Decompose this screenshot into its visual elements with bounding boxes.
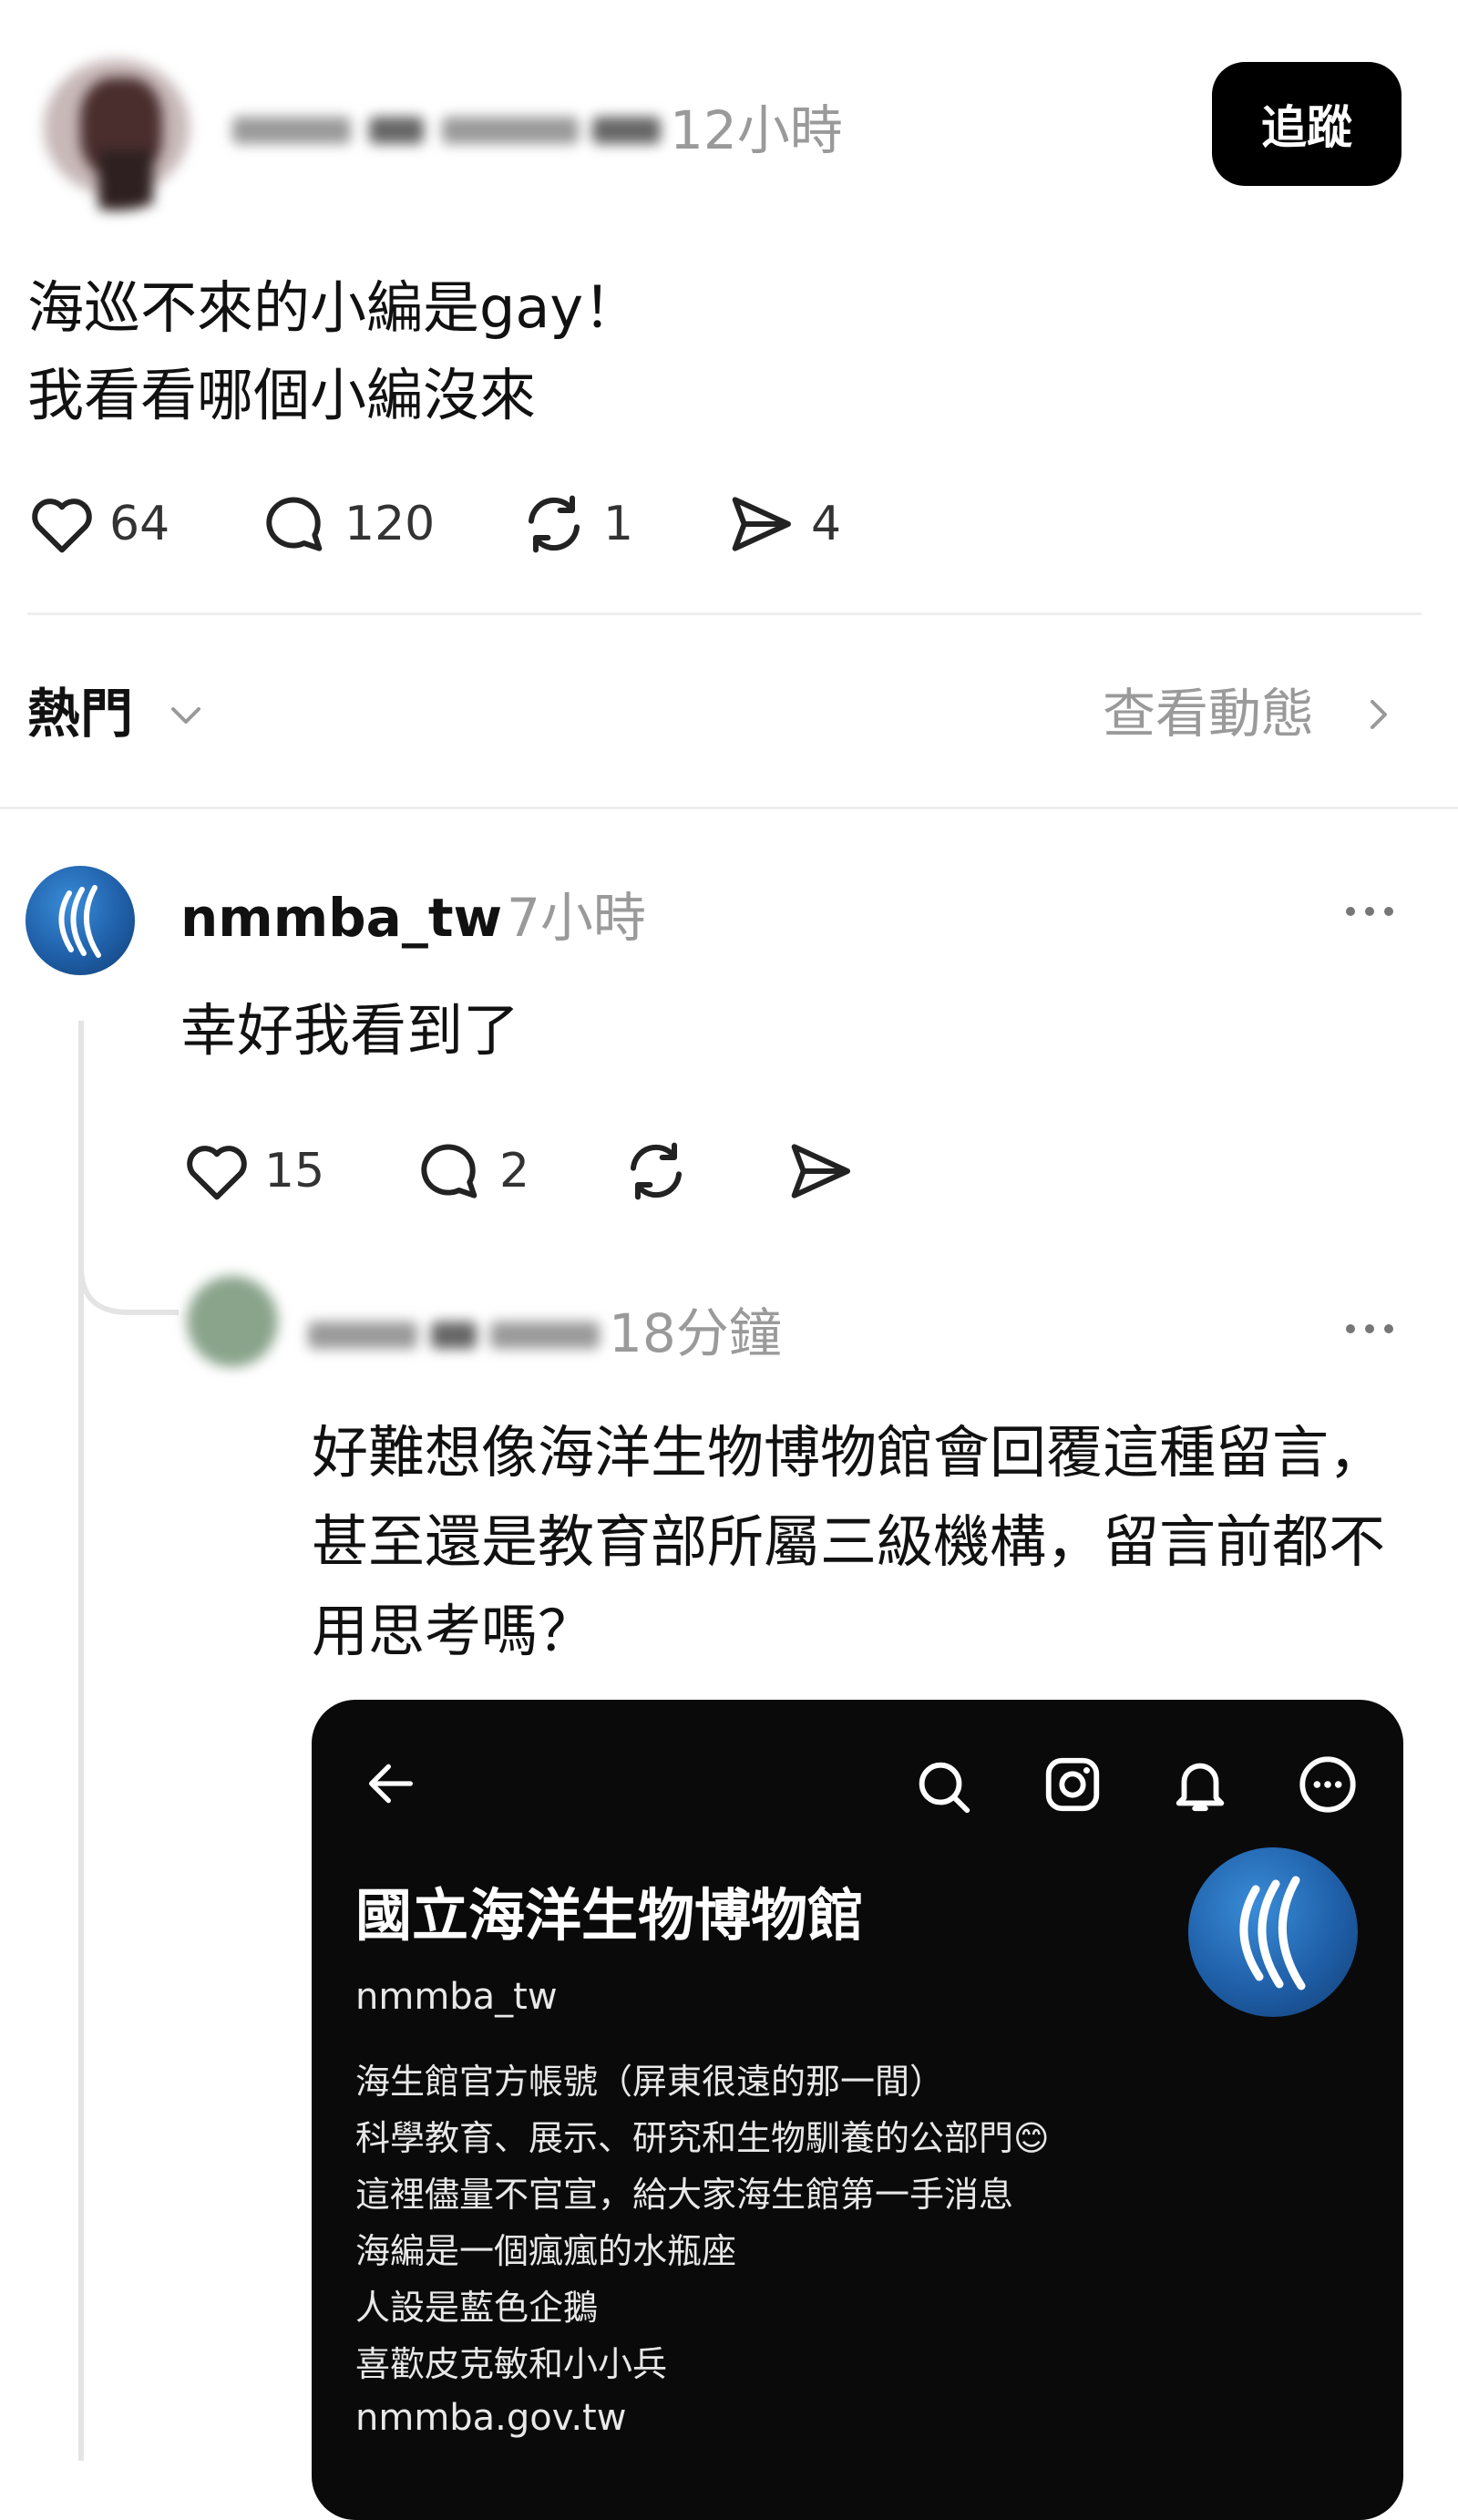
follow-button[interactable]: 追蹤: [1212, 62, 1402, 186]
repost-icon[interactable]: [620, 1135, 693, 1208]
bio-line: 海編是一個瘋瘋的水瓶座: [355, 2231, 737, 2271]
more-circle-icon: [1296, 1753, 1360, 1816]
sort-selector-label[interactable]: 熱門: [27, 682, 133, 746]
profile-bio: 海生館官方帳號（屏東很遠的那一間） 科學教育、展示、研究和生物馴養的公部門😊 這…: [355, 2053, 1050, 2392]
bio-line: 這裡儘量不官宣，給大家海生館第一手消息: [355, 2175, 1014, 2215]
share-count: 4: [811, 497, 842, 551]
bio-line: 人設是藍色企鵝: [355, 2288, 599, 2328]
like-count: 64: [109, 497, 170, 551]
nested-author-avatar[interactable]: [187, 1276, 278, 1367]
view-activity-link[interactable]: 查看動態: [1103, 682, 1314, 746]
bio-line: 科學教育、展示、研究和生物馴養的公部門😊: [355, 2118, 1050, 2158]
nested-timestamp: 18分鐘: [609, 1302, 782, 1364]
nested-body: 好難想像海洋生物博物館會回覆這種留言，甚至還是教育部所屬三級機構，留言前都不用思…: [312, 1419, 1386, 1664]
instagram-icon: [1041, 1753, 1104, 1816]
divider: [0, 807, 1458, 809]
reply-body: 幸好我看到了: [180, 997, 520, 1064]
post-author-avatar[interactable]: [26, 41, 208, 211]
divider: [27, 612, 1422, 615]
comment-bubble-icon[interactable]: [412, 1135, 485, 1208]
nested-author-username-redacted[interactable]: [308, 1312, 600, 1356]
profile-avatar: [1188, 1847, 1358, 2017]
heart-icon[interactable]: [180, 1135, 253, 1208]
reply-timestamp: 7小時: [507, 887, 646, 949]
more-dots-icon[interactable]: [1341, 893, 1398, 930]
post-timestamp: 12小時: [670, 99, 843, 161]
comment-count: 120: [344, 497, 436, 551]
bell-icon: [1168, 1753, 1232, 1816]
thread-connector: [78, 1176, 179, 1322]
profile-handle: nmmba_tw: [355, 1976, 558, 2018]
attached-screenshot[interactable]: 國立海洋生物博物館 nmmba_tw 海生館官方帳號（屏東很遠的那一間） 科學教…: [312, 1700, 1403, 2520]
bio-line: 喜歡皮克敏和小小兵: [355, 2344, 668, 2384]
heart-icon[interactable]: [26, 488, 98, 561]
reply-comment-count: 2: [499, 1144, 530, 1198]
back-arrow-icon: [362, 1754, 420, 1813]
chevron-right-icon[interactable]: [1356, 693, 1400, 736]
profile-name: 國立海洋生物博物館: [355, 1882, 865, 1949]
repost-count: 1: [603, 497, 634, 551]
send-icon[interactable]: [724, 488, 797, 561]
reply-like-count: 15: [264, 1144, 325, 1198]
post-author-username-redacted[interactable]: [232, 108, 661, 151]
profile-link: nmmba.gov.tw: [355, 2397, 627, 2439]
search-icon: [911, 1754, 975, 1818]
comment-bubble-icon[interactable]: [257, 488, 330, 561]
post-body: 海巡不來的小編是gay！ 我看看哪個小編沒來: [27, 274, 641, 428]
more-dots-icon[interactable]: [1341, 1311, 1398, 1347]
send-icon[interactable]: [784, 1135, 857, 1208]
nmmba-avatar[interactable]: [26, 866, 135, 975]
reply-username[interactable]: nmmba_tw: [180, 886, 502, 950]
chevron-down-icon[interactable]: [164, 693, 208, 736]
repost-icon[interactable]: [518, 488, 590, 561]
bio-line: 海生館官方帳號（屏東很遠的那一間）: [355, 2062, 945, 2102]
